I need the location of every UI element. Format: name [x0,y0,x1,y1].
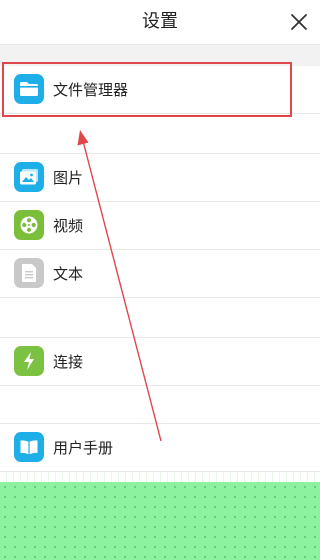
lightning-icon [14,346,44,376]
settings-item-label: 文本 [53,265,84,283]
settings-item-user-manual[interactable]: 用户手册 [0,424,320,472]
book-icon [14,432,44,462]
page-title: 设置 [142,11,178,32]
header-bar: 设置 [0,0,320,45]
image-artifact-area [0,482,320,560]
settings-item-text[interactable]: 文本 [0,250,320,298]
film-reel-icon [14,210,44,240]
section-gap [0,386,320,424]
settings-item-label: 图片 [53,169,84,187]
settings-item-images[interactable]: 图片 [0,154,320,202]
settings-item-label: 连接 [53,353,84,371]
settings-item-label: 用户手册 [53,439,114,457]
document-icon [14,258,44,288]
settings-item-videos[interactable]: 视频 [0,202,320,250]
close-icon[interactable] [288,11,310,33]
section-gap [0,298,320,338]
settings-item-connect[interactable]: 连接 [0,338,320,386]
settings-item-label: 视频 [53,217,84,235]
image-icon [14,162,44,192]
section-gap [0,114,320,154]
annotation-highlight-box [2,62,292,117]
